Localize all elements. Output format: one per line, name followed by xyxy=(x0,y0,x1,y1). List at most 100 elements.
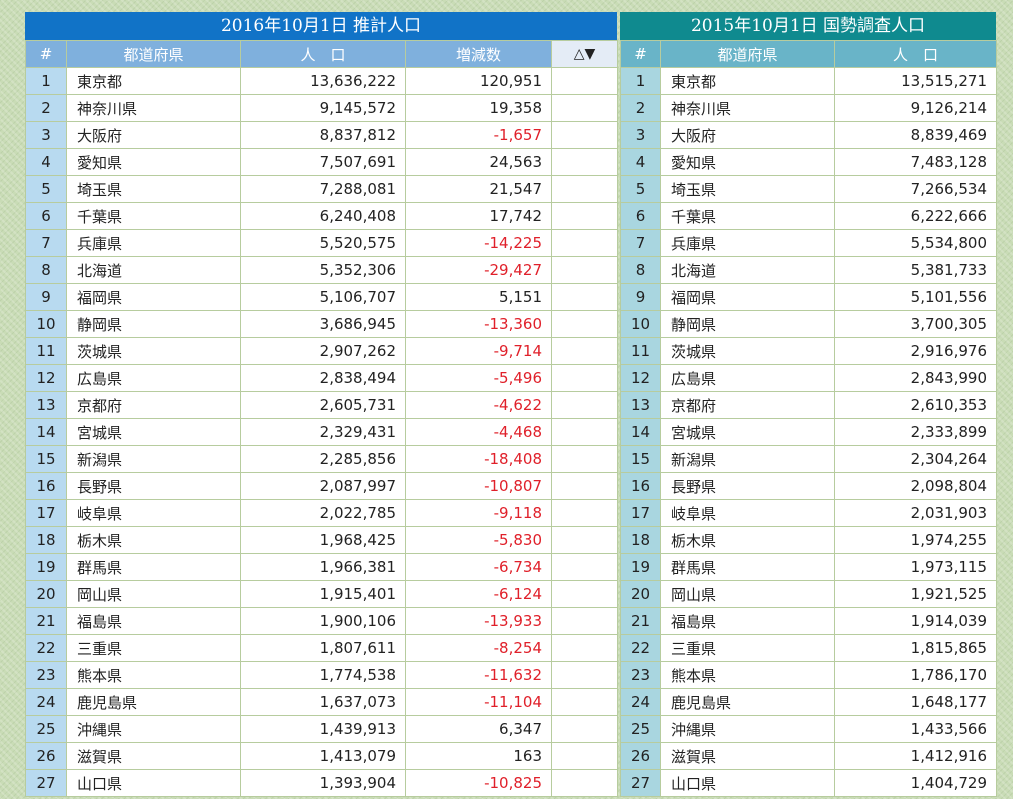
table-row: 11 茨城県 2,907,262 -9,714 xyxy=(25,337,618,365)
population-cell: 2,022,785 xyxy=(240,499,406,527)
blank-cell xyxy=(551,553,618,581)
table-row: 4 愛知県 7,507,691 24,563 xyxy=(25,148,618,176)
table-row: 16 長野県 2,087,997 -10,807 xyxy=(25,472,618,500)
table-row: 5 埼玉県 7,288,081 21,547 xyxy=(25,175,618,203)
prefecture-cell: 福島県 xyxy=(66,607,241,635)
population-cell: 1,921,525 xyxy=(834,580,997,608)
rank-cell: 4 xyxy=(25,148,67,176)
population-cell: 1,637,073 xyxy=(240,688,406,716)
population-cell: 7,266,534 xyxy=(834,175,997,203)
rank-cell: 10 xyxy=(620,310,661,338)
prefecture-cell: 宮城県 xyxy=(66,418,241,446)
prefecture-header: 都道府県 xyxy=(660,40,835,68)
change-cell: -8,254 xyxy=(405,634,552,662)
blank-cell xyxy=(551,283,618,311)
table-row: 15 新潟県 2,285,856 -18,408 xyxy=(25,445,618,473)
rank-header: # xyxy=(620,40,661,68)
change-cell: 163 xyxy=(405,742,552,770)
table-row: 25 沖縄県 1,439,913 6,347 xyxy=(25,715,618,743)
population-cell: 1,815,865 xyxy=(834,634,997,662)
change-cell: 6,347 xyxy=(405,715,552,743)
prefecture-cell: 北海道 xyxy=(660,256,835,284)
prefecture-cell: 岡山県 xyxy=(66,580,241,608)
table-row: 19 群馬県 1,966,381 -6,734 xyxy=(25,553,618,581)
population-cell: 8,839,469 xyxy=(834,121,997,149)
rank-cell: 22 xyxy=(620,634,661,662)
population-cell: 7,483,128 xyxy=(834,148,997,176)
table-row: 23 熊本県 1,786,170 xyxy=(620,661,997,689)
table-row: 10 静岡県 3,686,945 -13,360 xyxy=(25,310,618,338)
population-cell: 6,240,408 xyxy=(240,202,406,230)
population-cell: 1,973,115 xyxy=(834,553,997,581)
rank-cell: 11 xyxy=(620,337,661,365)
change-cell: -5,830 xyxy=(405,526,552,554)
population-header: 人 口 xyxy=(834,40,997,68)
rank-cell: 18 xyxy=(25,526,67,554)
table-row: 2 神奈川県 9,126,214 xyxy=(620,94,997,122)
population-cell: 2,285,856 xyxy=(240,445,406,473)
change-cell: 19,358 xyxy=(405,94,552,122)
rank-cell: 13 xyxy=(25,391,67,419)
table-row: 6 千葉県 6,222,666 xyxy=(620,202,997,230)
population-cell: 1,393,904 xyxy=(240,769,406,797)
sort-toggle-button[interactable]: △▼ xyxy=(551,40,618,68)
prefecture-cell: 茨城県 xyxy=(660,337,835,365)
prefecture-cell: 広島県 xyxy=(66,364,241,392)
prefecture-cell: 静岡県 xyxy=(66,310,241,338)
population-cell: 5,381,733 xyxy=(834,256,997,284)
prefecture-cell: 岡山県 xyxy=(660,580,835,608)
blank-cell xyxy=(551,229,618,257)
population-cell: 1,914,039 xyxy=(834,607,997,635)
rank-cell: 12 xyxy=(25,364,67,392)
table-row: 20 岡山県 1,915,401 -6,124 xyxy=(25,580,618,608)
population-cell: 2,916,976 xyxy=(834,337,997,365)
rank-cell: 25 xyxy=(25,715,67,743)
rank-cell: 19 xyxy=(620,553,661,581)
rank-header: # xyxy=(25,40,67,68)
rank-cell: 25 xyxy=(620,715,661,743)
prefecture-cell: 山口県 xyxy=(66,769,241,797)
rank-cell: 17 xyxy=(25,499,67,527)
population-cell: 6,222,666 xyxy=(834,202,997,230)
rank-cell: 2 xyxy=(620,94,661,122)
population-cell: 2,907,262 xyxy=(240,337,406,365)
change-cell: -9,118 xyxy=(405,499,552,527)
blank-cell xyxy=(551,580,618,608)
population-cell: 1,404,729 xyxy=(834,769,997,797)
rank-cell: 7 xyxy=(620,229,661,257)
population-cell: 2,031,903 xyxy=(834,499,997,527)
rank-cell: 7 xyxy=(25,229,67,257)
blank-cell xyxy=(551,526,618,554)
population-cell: 1,900,106 xyxy=(240,607,406,635)
population-cell: 13,636,222 xyxy=(240,67,406,95)
change-cell: 17,742 xyxy=(405,202,552,230)
prefecture-cell: 東京都 xyxy=(66,67,241,95)
population-cell: 5,101,556 xyxy=(834,283,997,311)
census-population-title: 2015年10月1日 国勢調査人口 xyxy=(620,12,996,40)
population-cell: 5,352,306 xyxy=(240,256,406,284)
change-cell: -10,825 xyxy=(405,769,552,797)
change-cell: -4,468 xyxy=(405,418,552,446)
prefecture-cell: 埼玉県 xyxy=(66,175,241,203)
prefecture-cell: 新潟県 xyxy=(660,445,835,473)
rank-cell: 21 xyxy=(25,607,67,635)
population-cell: 5,534,800 xyxy=(834,229,997,257)
population-cell: 5,520,575 xyxy=(240,229,406,257)
rank-cell: 3 xyxy=(620,121,661,149)
change-cell: -5,496 xyxy=(405,364,552,392)
rank-cell: 6 xyxy=(25,202,67,230)
rank-cell: 1 xyxy=(620,67,661,95)
table-row: 11 茨城県 2,916,976 xyxy=(620,337,997,365)
rank-cell: 9 xyxy=(620,283,661,311)
rank-cell: 3 xyxy=(25,121,67,149)
prefecture-cell: 東京都 xyxy=(660,67,835,95)
prefecture-cell: 兵庫県 xyxy=(66,229,241,257)
prefecture-cell: 宮城県 xyxy=(660,418,835,446)
prefecture-cell: 熊本県 xyxy=(66,661,241,689)
change-cell: 5,151 xyxy=(405,283,552,311)
population-cell: 2,333,899 xyxy=(834,418,997,446)
rank-cell: 27 xyxy=(620,769,661,797)
blank-cell xyxy=(551,688,618,716)
rank-cell: 20 xyxy=(25,580,67,608)
prefecture-cell: 福岡県 xyxy=(66,283,241,311)
